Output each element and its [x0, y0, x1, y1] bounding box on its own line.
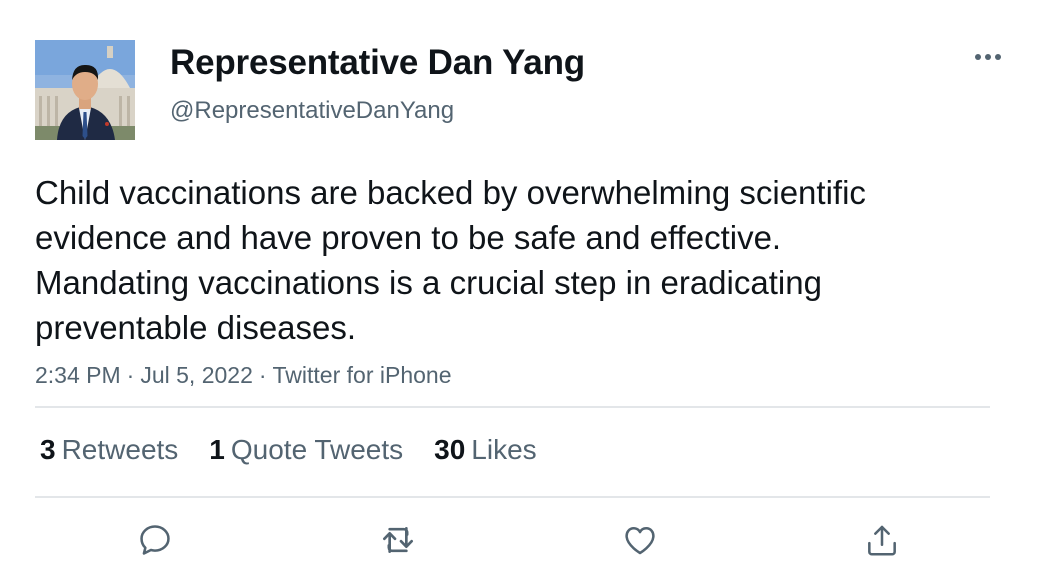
share-button[interactable]: [860, 518, 904, 562]
quote-tweets-label: Quote Tweets: [230, 434, 404, 465]
retweets-label: Retweets: [61, 434, 179, 465]
reply-button[interactable]: [133, 518, 177, 562]
more-options-button[interactable]: [968, 40, 1008, 74]
author-handle[interactable]: @RepresentativeDanYang: [170, 95, 454, 127]
retweets-stat[interactable]: 3 Retweets: [40, 434, 178, 466]
tweet-time[interactable]: 2:34 PM: [35, 362, 121, 388]
avatar-photo: [35, 40, 135, 140]
meta-separator: ·: [258, 362, 267, 388]
share-icon: [868, 525, 896, 556]
retweet-icon: [383, 527, 413, 553]
tweet-text: Child vaccinations are backed by overwhe…: [35, 174, 866, 346]
author-display-name[interactable]: Representative Dan Yang: [170, 40, 585, 86]
more-horizontal-icon: [975, 54, 1001, 60]
likes-stat[interactable]: 30 Likes: [434, 434, 537, 466]
divider: [35, 496, 990, 498]
tweet-detail: Representative Dan Yang @RepresentativeD…: [0, 0, 1050, 570]
avatar[interactable]: [35, 40, 135, 140]
divider: [35, 406, 990, 408]
like-button[interactable]: [618, 518, 662, 562]
tweet-metadata: 2:34 PM · Jul 5, 2022 · Twitter for iPhone: [35, 359, 452, 391]
quote-tweets-count: 1: [209, 434, 225, 465]
likes-count: 30: [434, 434, 466, 465]
retweets-count: 3: [40, 434, 56, 465]
tweet-source[interactable]: Twitter for iPhone: [273, 362, 452, 388]
reply-icon: [140, 525, 170, 555]
engagement-stats: 3 Retweets 1 Quote Tweets 30 Likes: [40, 430, 568, 470]
tweet-date[interactable]: Jul 5, 2022: [140, 362, 253, 388]
meta-separator: ·: [126, 362, 135, 388]
likes-label: Likes: [471, 434, 537, 465]
heart-icon: [625, 527, 655, 555]
quote-tweets-stat[interactable]: 1 Quote Tweets: [209, 434, 403, 466]
retweet-button[interactable]: [376, 518, 420, 562]
